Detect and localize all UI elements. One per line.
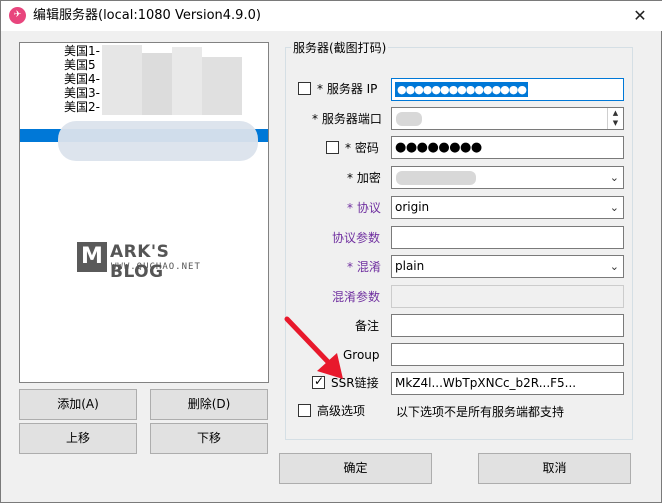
watermark-subtitle: WWW.QUCHAO.NET	[111, 262, 201, 272]
list-item[interactable]: 美国2-	[64, 100, 100, 114]
chevron-down-icon: ⌄	[609, 171, 619, 184]
protocol-select[interactable]: origin ⌄	[391, 196, 624, 219]
add-button[interactable]: 添加(A)	[19, 389, 137, 420]
title-bar: ✈ 编辑服务器(local:1080 Version4.9.0) ✕	[1, 1, 662, 31]
server-ip-label: * 服务器 IP	[317, 82, 378, 96]
advanced-options-note: 以下选项不是所有服务端都支持	[396, 405, 565, 419]
mosaic-block	[202, 57, 242, 115]
mosaic-block	[396, 112, 422, 126]
obfs-param-field	[391, 285, 624, 308]
mosaic-block	[172, 47, 202, 115]
move-down-button[interactable]: 下移	[150, 423, 268, 454]
server-ip-value: ●●●●●●●●●●●●●●●	[395, 82, 528, 97]
list-item[interactable]: 美国4-	[64, 72, 100, 86]
obfs-label: * 混淆	[347, 260, 381, 274]
protocol-param-field[interactable]	[391, 226, 624, 249]
port-spinner[interactable]: ▲ ▼	[607, 108, 623, 129]
mosaic-block	[142, 53, 172, 115]
obfs-value: plain	[395, 259, 425, 273]
mosaic-block	[58, 121, 258, 161]
ssr-link-field[interactable]: MkZ4l...WbTpXNCc_b2R...F5...	[391, 372, 624, 395]
ok-button[interactable]: 确定	[279, 453, 432, 484]
chevron-down-icon: ⌄	[609, 260, 619, 273]
obfs-param-label: 混淆参数	[332, 290, 381, 304]
server-ip-field[interactable]: ●●●●●●●●●●●●●●●	[391, 78, 624, 101]
protocol-param-label: 协议参数	[332, 231, 381, 245]
password-value: ●●●●●●●●	[395, 140, 482, 155]
mosaic-block	[396, 171, 476, 185]
cancel-button[interactable]: 取消	[478, 453, 631, 484]
ssr-link-value: MkZ4l...WbTpXNCc_b2R...F5...	[395, 376, 577, 390]
encryption-label: * 加密	[347, 171, 381, 185]
server-port-label: * 服务器端口	[312, 112, 382, 126]
annotation-arrow-icon	[284, 316, 343, 379]
watermark-logo: M ARK'S BLOG WWW.QUCHAO.NET	[77, 242, 217, 282]
close-icon: ✕	[633, 6, 647, 25]
protocol-value: origin	[395, 200, 430, 214]
server-port-field[interactable]: ▲ ▼	[391, 107, 624, 130]
password-field[interactable]: ●●●●●●●●	[391, 136, 624, 159]
group-box-title: 服务器(截图打码)	[291, 41, 389, 55]
server-list[interactable]: 美国1- 美国5 美国4- 美国3- 美国2-	[19, 42, 269, 383]
mosaic-block	[102, 45, 142, 115]
watermark-letter: M	[77, 242, 107, 272]
protocol-label: * 协议	[347, 201, 381, 215]
dialog-window: ✈ 编辑服务器(local:1080 Version4.9.0) ✕ 美国1- …	[0, 0, 662, 503]
show-password-checkbox[interactable]	[326, 141, 339, 154]
list-item[interactable]: 美国5	[64, 58, 96, 72]
close-button[interactable]: ✕	[617, 1, 662, 31]
obfs-select[interactable]: plain ⌄	[391, 255, 624, 278]
remarks-field[interactable]	[391, 314, 624, 337]
move-up-button[interactable]: 上移	[19, 423, 137, 454]
advanced-options-checkbox[interactable]	[298, 404, 311, 417]
list-item[interactable]: 美国1-	[64, 44, 100, 58]
list-item[interactable]: 美国3-	[64, 86, 100, 100]
group-field[interactable]	[391, 343, 624, 366]
advanced-options-label: 高级选项	[317, 404, 366, 418]
encryption-select[interactable]: ⌄	[391, 166, 624, 189]
app-icon: ✈	[9, 7, 26, 24]
chevron-down-icon: ⌄	[609, 201, 619, 214]
delete-button[interactable]: 删除(D)	[150, 389, 268, 420]
spin-up-icon[interactable]: ▲	[608, 108, 623, 118]
show-ip-checkbox[interactable]	[298, 82, 311, 95]
window-title: 编辑服务器(local:1080 Version4.9.0)	[33, 8, 261, 23]
password-label: * 密码	[345, 141, 379, 155]
spin-down-icon[interactable]: ▼	[608, 118, 623, 128]
